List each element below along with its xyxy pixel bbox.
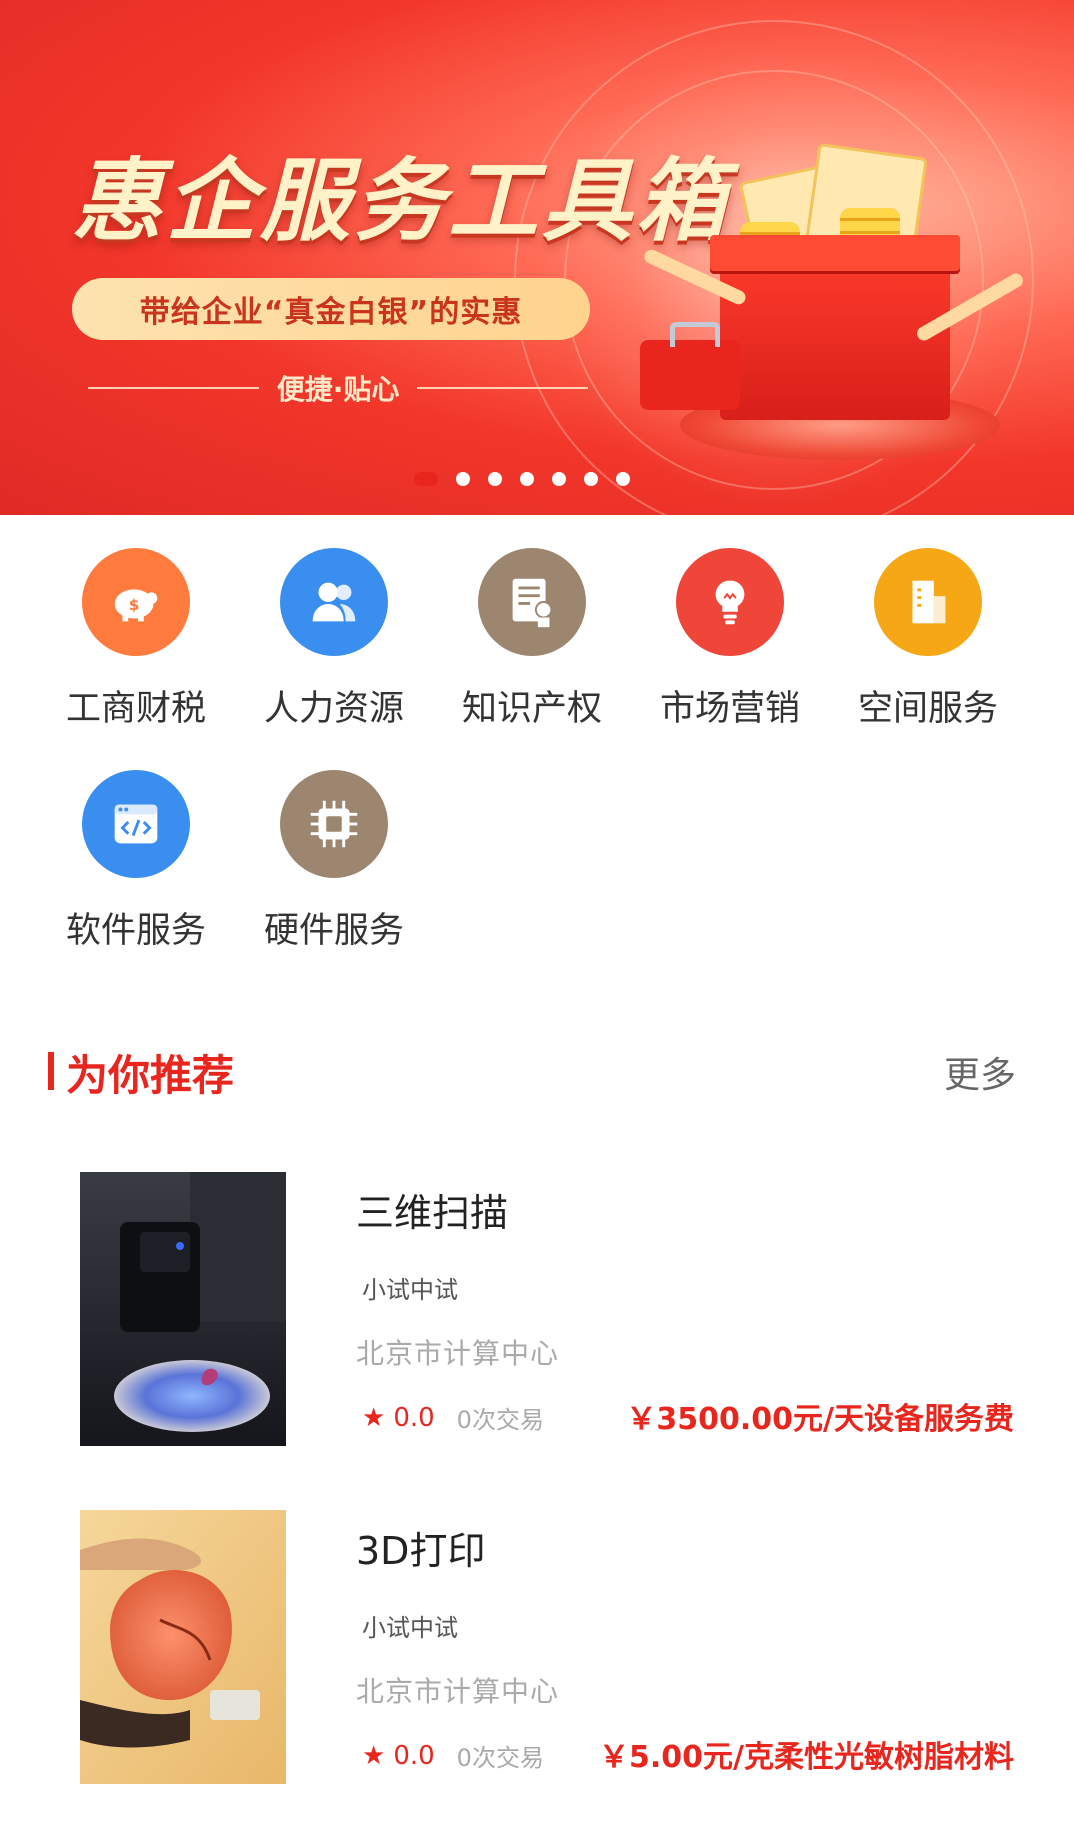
promo-banner[interactable]: 惠企服务工具箱 带给企业“真金白银”的实惠 便捷·贴心 xyxy=(0,0,1074,515)
service-tag: 小试中试 xyxy=(362,1276,458,1304)
category-label: 知识产权 xyxy=(461,689,602,729)
star-icon: ★ xyxy=(362,1740,386,1771)
category-label: 市场营销 xyxy=(659,689,800,729)
page: 惠企服务工具箱 带给企业“真金白银”的实惠 便捷·贴心 $ 工商财税 人力资源 … xyxy=(0,0,1074,1847)
carousel-dot[interactable] xyxy=(552,472,566,486)
carousel-dot-active[interactable] xyxy=(414,472,438,486)
service-thumbnail-3d-scanner xyxy=(80,1172,286,1446)
banner-subtitle-row: 便捷·贴心 xyxy=(88,368,589,408)
svg-text:$: $ xyxy=(129,596,140,614)
carousel-dot[interactable] xyxy=(616,472,630,486)
rating-score: 0.0 xyxy=(393,1402,435,1433)
trade-count: 0次交易 xyxy=(456,1744,544,1772)
gift-box xyxy=(720,250,950,420)
service-tag: 小试中试 xyxy=(362,1614,458,1642)
carousel-dot[interactable] xyxy=(520,472,534,486)
code-window-icon xyxy=(82,770,190,878)
category-label: 空间服务 xyxy=(857,689,998,729)
service-provider: 北京市计算中心 xyxy=(356,1675,560,1708)
service-thumbnail-3d-print xyxy=(80,1510,286,1784)
building-icon xyxy=(874,548,982,656)
category-hardware-services[interactable]: 硬件服务 xyxy=(234,770,434,953)
gift-box-illustration xyxy=(640,142,1026,470)
category-label: 软件服务 xyxy=(65,911,206,951)
category-label: 硬件服务 xyxy=(263,911,404,951)
carousel-dot[interactable] xyxy=(488,472,502,486)
category-space-services[interactable]: 空间服务 xyxy=(828,548,1028,731)
category-human-resources[interactable]: 人力资源 xyxy=(234,548,434,731)
trade-count: 0次交易 xyxy=(456,1406,544,1434)
lightbulb-icon xyxy=(676,548,784,656)
certificate-icon xyxy=(478,548,586,656)
service-card[interactable]: 3D打印 小试中试 北京市计算中心 ★ 0.0 0次交易 ￥5.00元/克柔性光… xyxy=(0,1510,1074,1790)
category-business-tax[interactable]: $ 工商财税 xyxy=(36,548,236,731)
star-icon: ★ xyxy=(362,1402,386,1433)
section-accent-bar xyxy=(48,1052,54,1090)
service-price: ￥3500.00元/天设备服务费 xyxy=(626,1402,1014,1437)
gift-box-lid xyxy=(710,235,960,271)
service-price: ￥5.00元/克柔性光敏树脂材料 xyxy=(599,1740,1014,1775)
chip-icon xyxy=(280,770,388,878)
piggy-bank-icon: $ xyxy=(82,548,190,656)
banner-slogan: 带给企业“真金白银”的实惠 xyxy=(72,278,590,340)
banner-subtitle: 便捷·贴心 xyxy=(276,373,400,406)
category-intellectual-property[interactable]: 知识产权 xyxy=(432,548,632,731)
divider xyxy=(88,387,259,389)
carousel-dot[interactable] xyxy=(584,472,598,486)
service-card[interactable]: 三维扫描 小试中试 北京市计算中心 ★ 0.0 0次交易 ￥3500.00元/天… xyxy=(0,1172,1074,1452)
carousel-indicator[interactable] xyxy=(414,472,630,486)
more-link[interactable]: 更多 xyxy=(944,1046,1016,1098)
recommend-section-header: 为你推荐 更多 xyxy=(0,1040,1074,1100)
category-label: 人力资源 xyxy=(263,689,404,729)
carousel-dot[interactable] xyxy=(456,472,470,486)
category-marketing[interactable]: 市场营销 xyxy=(630,548,830,731)
service-name: 3D打印 xyxy=(356,1529,486,1573)
category-software-services[interactable]: 软件服务 xyxy=(36,770,236,953)
toolbox-icon xyxy=(640,322,740,410)
category-label: 工商财税 xyxy=(65,689,206,729)
rating-score: 0.0 xyxy=(393,1740,435,1771)
recommend-title: 为你推荐 xyxy=(66,1051,235,1100)
service-meta: ★ 0.0 0次交易 xyxy=(362,1738,544,1773)
service-meta: ★ 0.0 0次交易 xyxy=(362,1400,544,1435)
banner-title: 惠企服务工具箱 xyxy=(72,149,730,254)
divider xyxy=(417,387,589,389)
users-icon xyxy=(280,548,388,656)
service-provider: 北京市计算中心 xyxy=(356,1337,560,1370)
service-name: 三维扫描 xyxy=(356,1191,509,1235)
